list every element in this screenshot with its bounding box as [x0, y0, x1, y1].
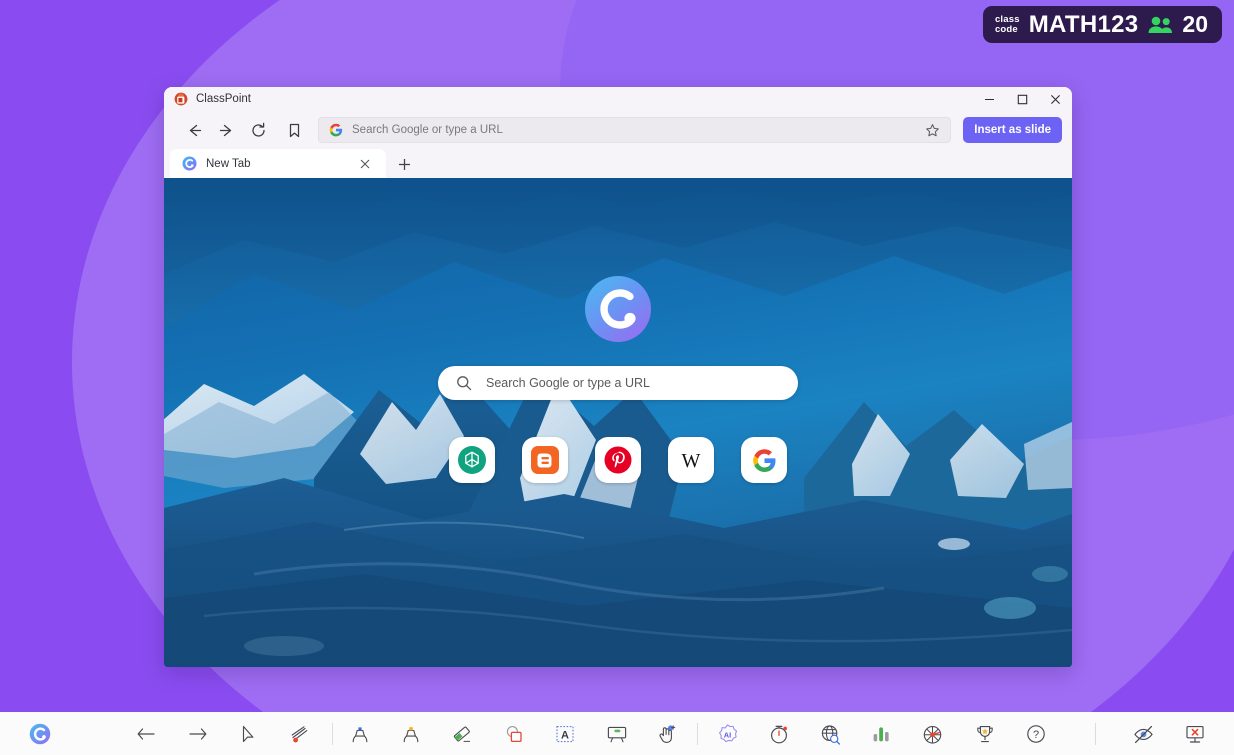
name-picker-button[interactable] — [914, 719, 950, 749]
drag-tool-button[interactable] — [649, 719, 685, 749]
google-icon — [329, 123, 343, 137]
text-box-tool-button[interactable]: A — [547, 719, 583, 749]
ai-quiz-button[interactable]: AI — [709, 719, 745, 749]
close-icon[interactable] — [360, 159, 378, 169]
close-button[interactable] — [1039, 87, 1072, 111]
browser-window: ClassPoint Search Google or type a URL I… — [164, 87, 1072, 667]
class-code-label: class code — [994, 13, 1020, 35]
window-title: ClassPoint — [196, 93, 251, 105]
forward-button[interactable] — [210, 115, 242, 145]
whiteboard-button[interactable] — [599, 719, 635, 749]
search-icon — [456, 375, 472, 391]
bookmark-icon[interactable] — [278, 115, 310, 145]
toolbar-separator — [1095, 723, 1096, 745]
new-tab-page: Search Google or type a URL W — [164, 178, 1072, 667]
shortcut-google[interactable] — [741, 437, 787, 483]
google-icon — [752, 448, 777, 473]
shapes-tool-button[interactable] — [496, 719, 532, 749]
reload-button[interactable] — [242, 115, 274, 145]
browser-toolbar: Search Google or type a URL Insert as sl… — [164, 111, 1072, 149]
tab-new-tab[interactable]: New Tab — [170, 149, 386, 178]
shortcut-list: W — [449, 437, 787, 483]
shortcut-chatgpt[interactable] — [449, 437, 495, 483]
highlighter-tool-button[interactable] — [393, 719, 429, 749]
wikipedia-icon: W — [676, 447, 706, 473]
class-code-badge[interactable]: class code MATH123 20 — [982, 6, 1222, 43]
leaderboard-button[interactable] — [967, 719, 1003, 749]
cursor-tool-button[interactable] — [230, 719, 266, 749]
tab-strip: New Tab — [164, 149, 1072, 178]
pinterest-icon — [604, 446, 632, 474]
exit-presentation-button[interactable] — [1177, 719, 1213, 749]
window-controls — [973, 87, 1072, 111]
maximize-button[interactable] — [1006, 87, 1039, 111]
previous-slide-button[interactable] — [128, 719, 164, 749]
help-button[interactable]: ? — [1018, 719, 1054, 749]
people-icon — [1147, 15, 1173, 34]
toolbar-separator — [697, 723, 698, 745]
shortcut-wikipedia[interactable]: W — [668, 437, 714, 483]
quick-poll-button[interactable] — [863, 719, 899, 749]
back-button[interactable] — [178, 115, 210, 145]
svg-text:?: ? — [1033, 729, 1039, 741]
address-bar-placeholder: Search Google or type a URL — [352, 124, 503, 136]
next-slide-button[interactable] — [180, 719, 216, 749]
wallpaper-mountains — [164, 178, 1072, 667]
classpoint-logo-icon[interactable] — [22, 719, 58, 749]
participant-count: 20 — [1182, 11, 1208, 37]
hide-annotations-button[interactable] — [1125, 719, 1161, 749]
classpoint-logo — [585, 276, 651, 342]
classpoint-toolbar: A AI ? — [0, 712, 1234, 755]
tab-title: New Tab — [206, 157, 251, 170]
shortcut-blogger[interactable] — [522, 437, 568, 483]
star-icon[interactable] — [925, 123, 940, 138]
svg-text:A: A — [561, 729, 569, 741]
minimize-button[interactable] — [973, 87, 1006, 111]
toolbar-separator — [332, 723, 333, 745]
embedded-browser-button[interactable] — [812, 719, 848, 749]
svg-text:AI: AI — [723, 730, 730, 739]
svg-text:W: W — [682, 450, 701, 472]
new-tab-button[interactable] — [390, 150, 418, 178]
window-titlebar: ClassPoint — [164, 87, 1072, 111]
chatgpt-icon — [457, 445, 487, 475]
address-bar[interactable]: Search Google or type a URL — [318, 117, 952, 143]
shortcut-pinterest[interactable] — [595, 437, 641, 483]
ntp-search-placeholder: Search Google or type a URL — [486, 376, 650, 390]
blogger-icon — [530, 445, 560, 475]
class-code-value: MATH123 — [1028, 10, 1139, 38]
powerpoint-icon — [174, 92, 188, 106]
ntp-search-box[interactable]: Search Google or type a URL — [438, 366, 798, 400]
insert-as-slide-button[interactable]: Insert as slide — [963, 117, 1062, 143]
laser-pointer-button[interactable] — [282, 719, 318, 749]
eraser-tool-button[interactable] — [444, 719, 480, 749]
pen-tool-button[interactable] — [342, 719, 378, 749]
timer-button[interactable] — [761, 719, 797, 749]
classpoint-icon — [182, 156, 197, 171]
